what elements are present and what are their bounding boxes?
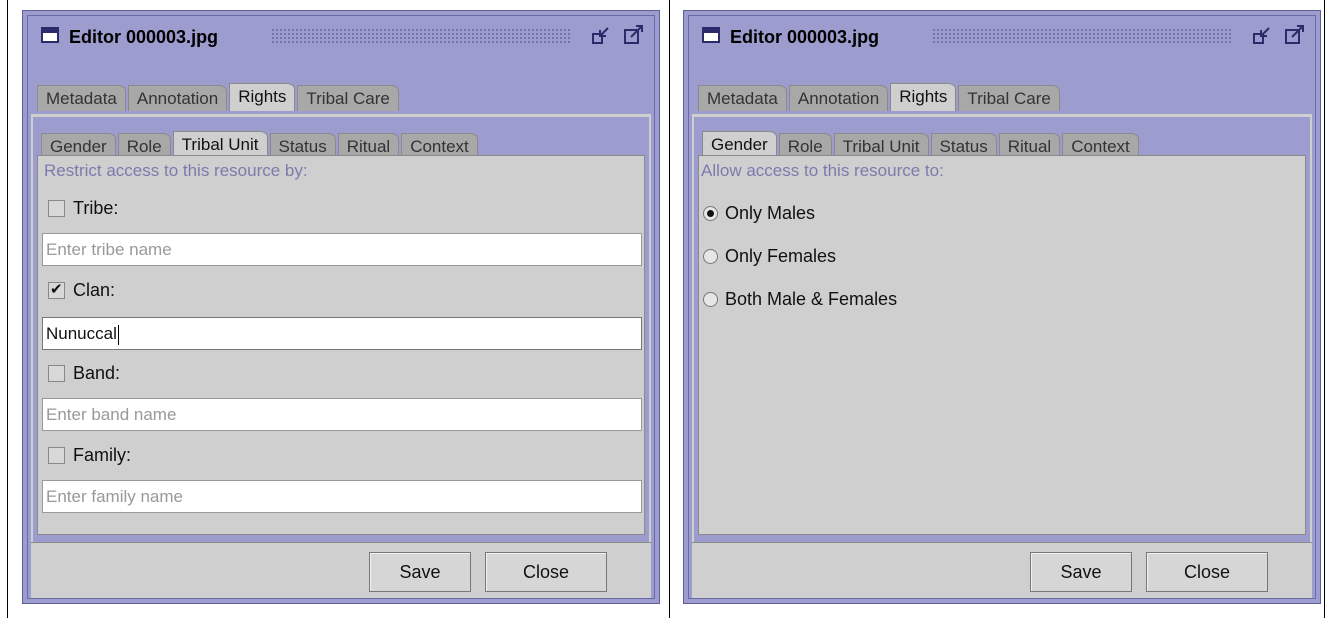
tribe-label: Tribe: — [73, 198, 119, 218]
tribe-checkbox-row[interactable]: Tribe: — [48, 198, 118, 219]
table-border-right — [1324, 0, 1325, 618]
title-bar[interactable]: Editor 000003.jpg — [692, 19, 1312, 53]
close-button[interactable]: Close — [485, 552, 607, 592]
main-tab-bar: Metadata Annotation Rights Tribal Care — [692, 81, 1312, 111]
only-males-option[interactable]: Only Males — [703, 203, 815, 224]
gender-panel: Allow access to this resource to: Only M… — [698, 155, 1306, 535]
close-button[interactable]: Close — [1146, 552, 1268, 592]
band-input[interactable]: Enter band name — [42, 398, 642, 431]
tab-rights[interactable]: Rights — [890, 83, 957, 111]
save-button[interactable]: Save — [369, 552, 471, 592]
clan-checkbox[interactable] — [48, 280, 65, 299]
clan-checkbox-row[interactable]: Clan: — [48, 280, 115, 301]
editor-window-tribal-unit: Editor 000003.jpg Metadata Annotation Ri… — [22, 10, 660, 604]
editor-window-gender: Editor 000003.jpg Metadata Annotation Ri… — [683, 10, 1321, 604]
window-icon — [41, 27, 59, 43]
both-label: Both Male & Females — [725, 289, 898, 309]
family-checkbox-row[interactable]: Family: — [48, 445, 131, 466]
panel-heading: Allow access to this resource to: — [701, 161, 944, 180]
maximize-icon[interactable] — [623, 25, 645, 45]
tab-annotation[interactable]: Annotation — [127, 85, 228, 111]
tab-metadata[interactable]: Metadata — [37, 85, 126, 111]
clan-input-value: Nunuccal — [46, 324, 117, 343]
tab-metadata[interactable]: Metadata — [698, 85, 787, 111]
band-checkbox-row[interactable]: Band: — [48, 363, 120, 384]
clan-label: Clan: — [73, 280, 116, 300]
tribe-checkbox[interactable] — [48, 200, 65, 217]
tab-tribal-care[interactable]: Tribal Care — [958, 85, 1060, 111]
band-checkbox[interactable] — [48, 365, 65, 382]
minimize-icon[interactable] — [1252, 25, 1274, 45]
table-border-middle — [669, 0, 670, 618]
only-females-option[interactable]: Only Females — [703, 246, 836, 267]
table-border-left — [7, 0, 8, 618]
title-bar-grip — [271, 28, 571, 44]
family-label: Family: — [73, 445, 131, 465]
text-caret — [117, 324, 119, 345]
main-tab-bar: Metadata Annotation Rights Tribal Care — [31, 81, 651, 111]
only-females-label: Only Females — [725, 246, 837, 266]
window-title: Editor 000003.jpg — [69, 27, 219, 47]
clan-input[interactable]: Nunuccal — [42, 317, 642, 350]
tab-tribal-care[interactable]: Tribal Care — [297, 85, 399, 111]
tab-annotation[interactable]: Annotation — [788, 85, 889, 111]
both-option[interactable]: Both Male & Females — [703, 289, 897, 310]
window-title: Editor 000003.jpg — [730, 27, 880, 47]
both-radio[interactable] — [703, 292, 718, 307]
only-females-radio[interactable] — [703, 249, 718, 264]
only-males-radio[interactable] — [703, 206, 718, 221]
tab-rights[interactable]: Rights — [229, 83, 296, 111]
family-input[interactable]: Enter family name — [42, 480, 642, 513]
button-bar: Save Close — [692, 542, 1312, 598]
title-bar-grip — [932, 28, 1232, 44]
title-bar[interactable]: Editor 000003.jpg — [31, 19, 651, 53]
save-button[interactable]: Save — [1030, 552, 1132, 592]
tribal-unit-panel: Restrict access to this resource by: Tri… — [37, 155, 645, 535]
window-icon — [702, 27, 720, 43]
panel-heading: Restrict access to this resource by: — [44, 161, 308, 180]
button-bar: Save Close — [31, 542, 651, 598]
tribe-input[interactable]: Enter tribe name — [42, 233, 642, 266]
maximize-icon[interactable] — [1284, 25, 1306, 45]
band-label: Band: — [73, 363, 121, 383]
only-males-label: Only Males — [725, 203, 816, 223]
minimize-icon[interactable] — [591, 25, 613, 45]
family-checkbox[interactable] — [48, 447, 65, 464]
